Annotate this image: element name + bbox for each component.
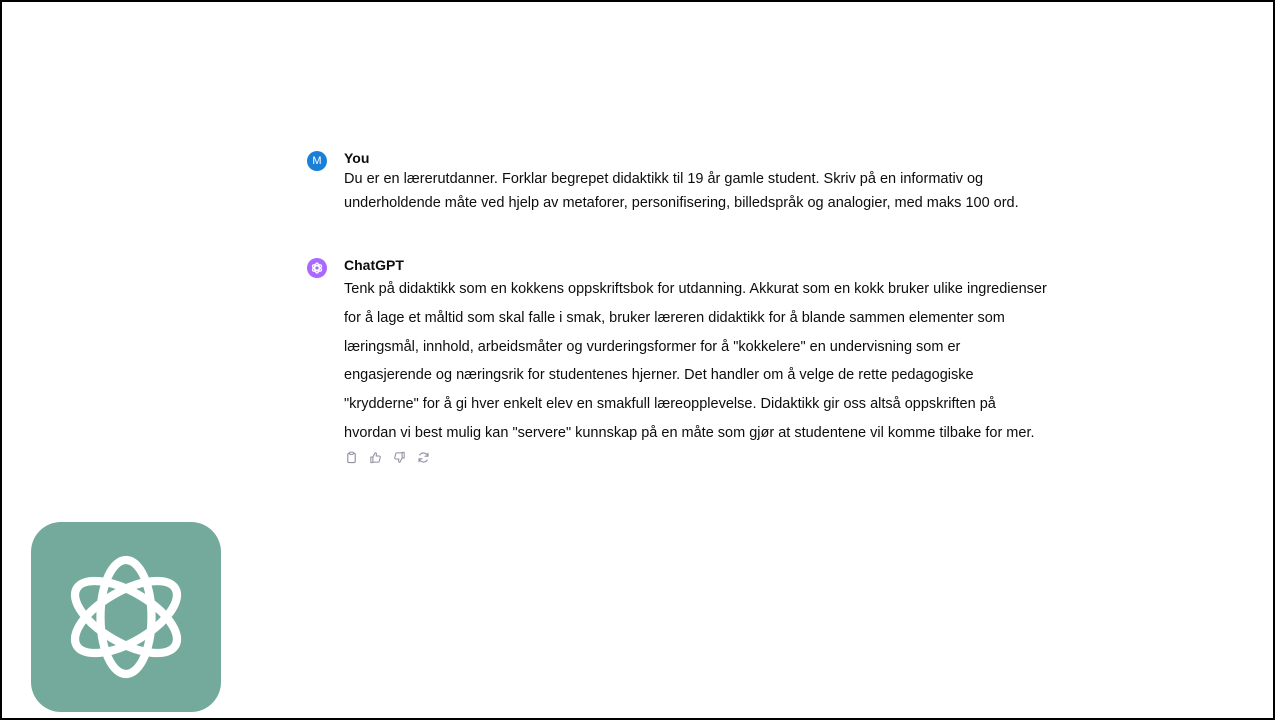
regenerate-icon[interactable] — [416, 451, 430, 465]
user-avatar-letter: M — [312, 155, 322, 167]
chatgpt-avatar-icon — [307, 258, 327, 278]
message-actions — [344, 451, 1047, 465]
openai-logo-icon — [70, 555, 182, 679]
thumbs-up-icon[interactable] — [368, 451, 382, 465]
openai-small-logo-icon — [311, 262, 323, 274]
thumbs-down-icon[interactable] — [392, 451, 406, 465]
assistant-message: ChatGPT Tenk på didaktikk som en kokkens… — [307, 255, 1047, 465]
user-message: M You Du er en lærerutdanner. Forklar be… — [307, 148, 1047, 215]
openai-logo-card — [31, 522, 221, 712]
assistant-message-text: Tenk på didaktikk som en kokkens oppskri… — [344, 281, 1047, 441]
copy-icon[interactable] — [344, 451, 358, 465]
assistant-author-name: ChatGPT — [344, 257, 404, 273]
user-message-text: Du er en lærerutdanner. Forklar begrepet… — [344, 171, 1019, 211]
conversation: M You Du er en lærerutdanner. Forklar be… — [307, 148, 1047, 465]
user-avatar: M — [307, 151, 327, 171]
user-author-name: You — [344, 150, 370, 166]
